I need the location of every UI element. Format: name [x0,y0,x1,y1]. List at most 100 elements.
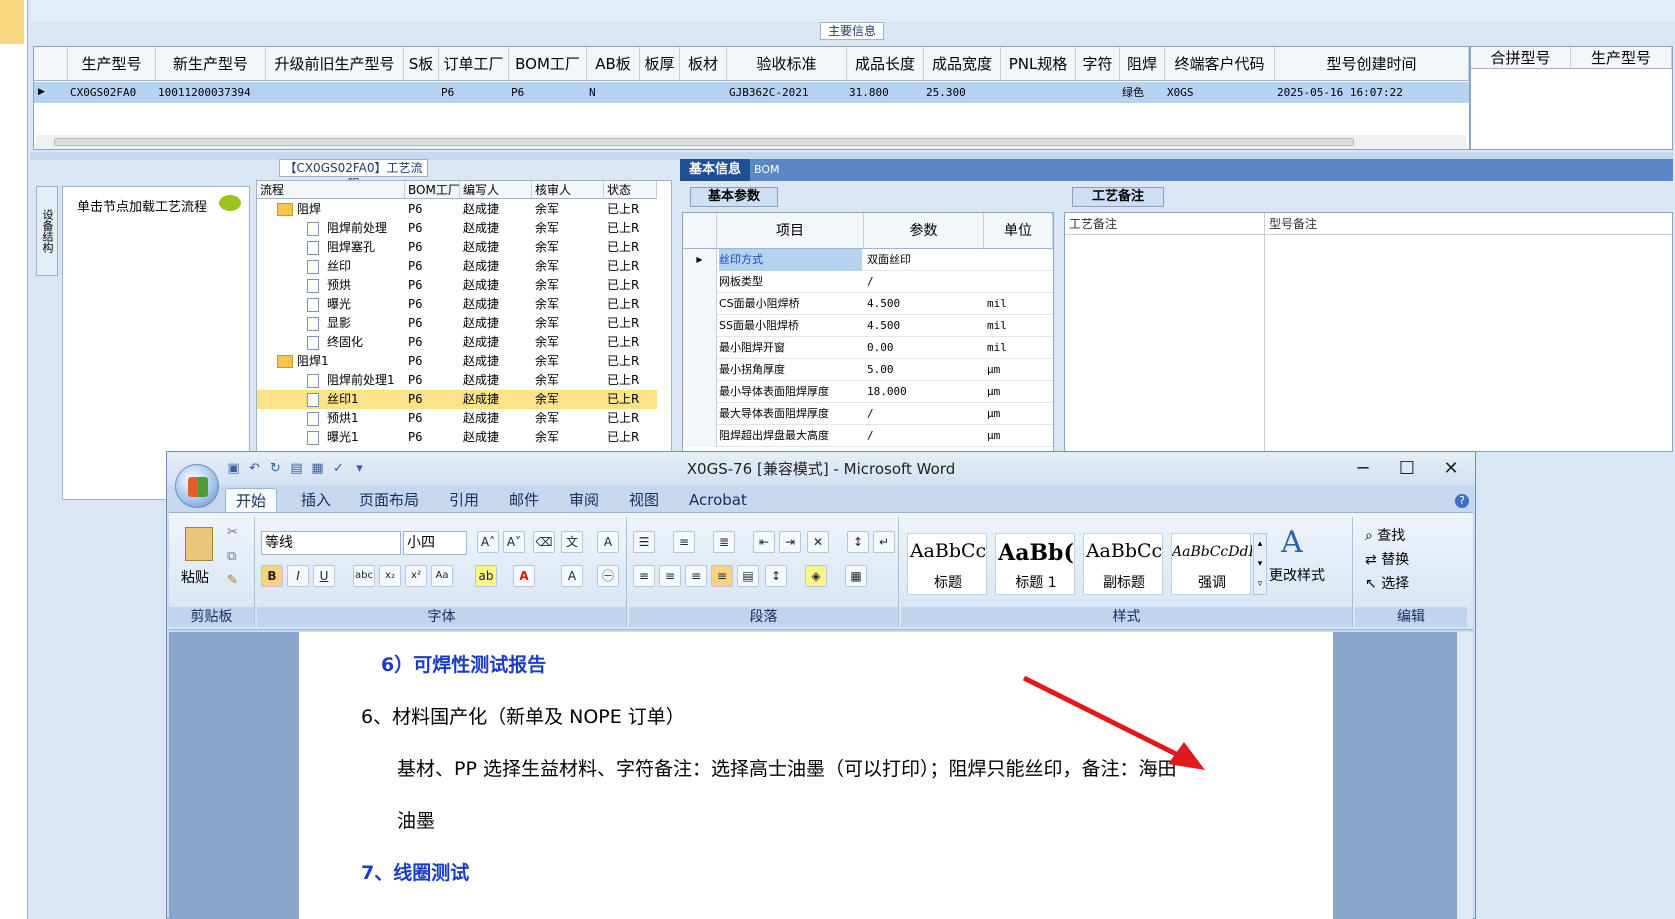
tab-craft-note[interactable]: 工艺备注 [1072,187,1164,207]
change-case-icon[interactable]: Aa [431,565,453,587]
style-title[interactable]: AaBbCc 标题 [907,533,987,595]
tree-row[interactable]: 预烘1 P6 赵成捷 余军 已上R [257,409,657,428]
find-button[interactable]: ⌕ 查找 [1365,525,1405,545]
distributed-icon[interactable]: ▤ [737,565,759,587]
decrease-indent-icon[interactable]: ⇤ [753,531,775,553]
param-row[interactable]: 阻焊超出焊盘最大高度 / μm [683,425,1053,447]
col-header[interactable]: 板厚 [640,47,680,81]
word-window[interactable]: X0GS-76 [兼容模式] - Microsoft Word ▣ ↶ ↻ ▤ ▦ ✓ ▾ … [166,451,1476,919]
tab-basic-info[interactable]: 基本信息 [680,159,750,181]
replace-button[interactable]: ⇄ 替换 [1365,549,1409,569]
tree-row[interactable]: 丝印1 P6 赵成捷 余军 已上R [257,390,657,409]
tree-row[interactable]: 终固化 P6 赵成捷 余军 已上R [257,333,657,352]
doc-line[interactable]: 油墨 [397,806,435,833]
tree-row[interactable]: 阻焊1 P6 赵成捷 余军 已上R [257,352,657,371]
device-structure-tab[interactable]: 设备结构 [36,186,58,276]
borders-icon[interactable]: ▦ [845,565,867,587]
clear-format-icon[interactable]: ⌫ [533,531,555,553]
tree-row[interactable]: 丝印 P6 赵成捷 余军 已上R [257,257,657,276]
col-header[interactable]: 流程 [257,181,405,199]
col-header[interactable]: AB板 [587,47,640,81]
tab-insert[interactable]: 插入 [301,488,331,512]
chinese-layout-icon[interactable]: ✕ [807,531,829,553]
table-row[interactable]: ▶ CX0GS02FA0 10011200037394 P6 P6 N GJB362C-2… [34,82,1469,103]
print-preview-icon[interactable]: ▦ [309,460,326,477]
param-value[interactable]: / [867,271,982,293]
copy-icon[interactable]: ⧉ [227,549,236,564]
tree-row[interactable]: 阻焊前处理 P6 赵成捷 余军 已上R [257,219,657,238]
process-tree[interactable]: 流程 BOM工厂 编写人 核审人 状态 阻焊 P6 赵成捷 余军 已上R 阻焊前处理 P6 赵成捷 余军… [256,180,672,452]
tree-row[interactable]: 曝光1 P6 赵成捷 余军 已上R [257,428,657,447]
bold-icon[interactable]: B [261,565,283,587]
minimize-icon[interactable]: ─ [1343,456,1383,482]
col-header[interactable]: 状态 [604,181,657,199]
col-header[interactable]: 订单工厂 [439,47,509,81]
char-shading-icon[interactable]: A [561,565,583,587]
tree-row[interactable]: 曝光 P6 赵成捷 余军 已上R [257,295,657,314]
doc-line[interactable]: 6）可焊性测试报告 [381,650,546,677]
italic-icon[interactable]: I [287,565,309,587]
col-header[interactable]: BOM工厂 [509,47,587,81]
col-header[interactable]: 升级前旧生产型号 [266,47,404,81]
change-styles-button[interactable]: 更改样式 [1269,565,1325,585]
col-header[interactable]: 生产型号 [1571,47,1672,69]
grow-font-icon[interactable]: A˄ [477,531,499,553]
show-marks-icon[interactable]: ↵ [873,531,895,553]
redo-icon[interactable]: ↻ [267,460,284,477]
line-spacing-icon[interactable]: ↕ [765,565,787,587]
justify-icon[interactable]: ≡ [711,565,733,587]
col-header[interactable]: 新生产型号 [156,47,266,81]
col-header[interactable]: PNL规格 [1001,47,1076,81]
styles-scroll[interactable]: ▴ ▾ ▿ [1253,533,1267,595]
spellcheck-icon[interactable]: ✓ [330,460,347,477]
strikethrough-icon[interactable]: abc [353,565,375,587]
col-header[interactable]: 单位 [984,213,1053,249]
document-area[interactable]: 6）可焊性测试报告 6、材料国产化（新单及 NOPE 订单） 基材、PP 选择生… [169,632,1473,919]
tab-references[interactable]: 引用 [449,488,479,512]
main-grid[interactable]: 生产型号 新生产型号 升级前旧生产型号 S板 订单工厂 BOM工厂 AB板 板厚 板材 验收标准成… [33,46,1470,150]
increase-indent-icon[interactable]: ⇥ [779,531,801,553]
param-row[interactable]: 网板类型 / [683,271,1053,293]
change-styles-icon[interactable]: A [1281,525,1303,560]
shrink-font-icon[interactable]: A˅ [503,531,525,553]
param-row[interactable]: CS面最小阻焊桥 4.500 mil [683,293,1053,315]
subscript-icon[interactable]: x₂ [379,565,401,587]
help-icon[interactable]: ? [1455,494,1469,508]
left-strip-tab[interactable] [0,0,24,44]
char-border-icon[interactable]: A [597,531,619,553]
vertical-scrollbar[interactable] [1457,632,1473,919]
word-titlebar[interactable]: X0GS-76 [兼容模式] - Microsoft Word ▣ ↶ ↻ ▤ ▦ ✓ ▾ … [167,452,1475,486]
param-value[interactable]: 双面丝印 [867,249,982,271]
col-header[interactable]: 编写人 [460,181,532,199]
tree-row[interactable]: 显影 P6 赵成捷 余军 已上R [257,314,657,333]
shading-icon[interactable]: ◈ [805,565,827,587]
tab-basic-params[interactable]: 基本参数 [690,187,778,207]
align-left-icon[interactable]: ≡ [633,565,655,587]
col-header[interactable]: 型号创建时间 [1275,47,1469,81]
param-row[interactable]: 最小拐角厚度 5.00 μm [683,359,1053,381]
doc-line[interactable]: 7、线圈测试 [361,858,469,885]
underline-icon[interactable]: U [313,565,335,587]
phonetic-icon[interactable]: 文 [561,531,583,553]
col-header[interactable]: 项目 [717,213,864,249]
superscript-icon[interactable]: x² [405,565,427,587]
col-header[interactable]: 成品宽度 [924,47,1001,81]
undo-icon[interactable]: ↶ [246,460,263,477]
param-row[interactable]: 最小阻焊开窗 0.00 mil [683,337,1053,359]
save-icon[interactable]: ▣ [225,460,242,477]
col-header[interactable]: BOM工厂 [405,181,460,199]
tree-row[interactable]: 阻焊前处理1 P6 赵成捷 余军 已上R [257,371,657,390]
sort-icon[interactable]: ↕ [847,531,869,553]
right-grid[interactable]: 合拼型号 生产型号 [1470,46,1673,150]
col-header[interactable]: 参数 [864,213,984,249]
style-subtitle[interactable]: AaBbCc 副标题 [1083,533,1163,595]
param-value[interactable]: 18.000 [867,381,982,403]
font-name-select[interactable]: 等线 [261,531,401,555]
align-center-icon[interactable]: ≡ [659,565,681,587]
param-value[interactable]: 0.00 [867,337,982,359]
bullets-icon[interactable]: ☰ [633,531,655,553]
style-heading1[interactable]: AaBb(标题 1 [995,533,1075,595]
param-value[interactable]: 4.500 [867,315,982,337]
col-header[interactable]: 验收标准 [727,47,847,81]
office-button[interactable] [175,464,219,508]
